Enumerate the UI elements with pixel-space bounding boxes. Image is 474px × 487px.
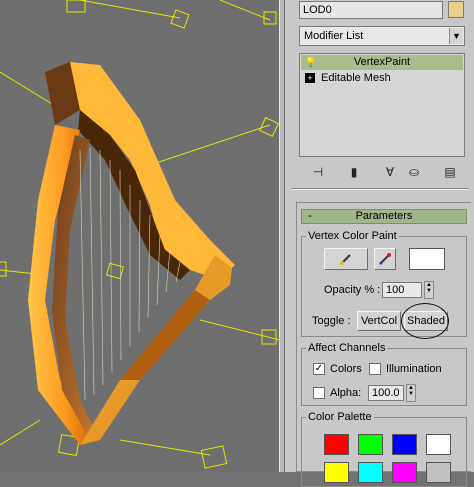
rollout-title: Parameters (355, 210, 413, 222)
parameters-rollout-header[interactable]: - Parameters (301, 209, 467, 224)
palette-swatch-blue[interactable] (392, 434, 417, 455)
alpha-checkbox[interactable] (313, 387, 325, 399)
palette-swatch-red[interactable] (324, 434, 349, 455)
illumination-label: Illumination (386, 363, 442, 375)
vertcol-button[interactable]: VertCol (357, 311, 401, 331)
shaded-button[interactable]: Shaded (404, 311, 448, 331)
plus-expand-icon[interactable]: + (305, 73, 315, 83)
palette-swatch-white[interactable] (426, 434, 451, 455)
remove-modifier-icon[interactable]: ⛀ (403, 163, 425, 181)
modifier-stack[interactable]: 💡 VertexPaint + Editable Mesh (299, 53, 465, 157)
alpha-label: Alpha: (330, 387, 362, 399)
configure-modifier-sets-icon[interactable]: ▤ (439, 163, 461, 181)
color-palette-group: Color Palette (301, 411, 467, 487)
object-color-swatch[interactable] (448, 1, 464, 18)
palette-swatch-green[interactable] (358, 434, 383, 455)
command-panel: LOD0 Modifier List ▼ 💡 VertexPaint + Edi… (285, 0, 474, 487)
object-name-field[interactable]: LOD0 (299, 1, 443, 19)
paint-brush-icon (340, 254, 351, 265)
palette-swatch-magenta[interactable] (392, 462, 417, 483)
stack-item-label: Editable Mesh (321, 72, 391, 84)
make-unique-icon[interactable]: ∀ (379, 163, 401, 181)
eyedropper-icon (379, 253, 391, 265)
alpha-spinner[interactable]: 100.0 (368, 385, 404, 401)
modifier-list-dropdown[interactable]: Modifier List ▼ (299, 26, 465, 46)
group-title: Affect Channels (306, 342, 388, 355)
opacity-spinner-arrows[interactable]: ▲ ▼ (424, 281, 434, 299)
palette-swatch-cyan[interactable] (358, 462, 383, 483)
modifier-list-label: Modifier List (304, 30, 364, 42)
vertex-color-paint-group: Vertex Color Paint Opacity % : 100 ▲ ▼ To… (301, 230, 467, 339)
chevron-down-icon[interactable]: ▼ (449, 28, 463, 44)
stack-item-vertexpaint[interactable]: 💡 VertexPaint (301, 55, 463, 70)
illumination-checkbox[interactable] (369, 363, 381, 375)
divider (291, 188, 469, 190)
colors-checkbox[interactable]: ✓ (313, 363, 325, 375)
collapse-icon: - (308, 210, 312, 222)
colors-label: Colors (330, 363, 362, 375)
stack-toolbar: ⊣ ▮ ∀ ⛀ ▤ (299, 163, 465, 181)
opacity-label: Opacity % : (324, 284, 381, 296)
opacity-spinner[interactable]: 100 (382, 282, 422, 298)
palette-swatch-yellow[interactable] (324, 462, 349, 483)
group-title: Color Palette (306, 411, 374, 424)
show-end-result-icon[interactable]: ▮ (343, 163, 365, 181)
palette-swatch-gray[interactable] (426, 462, 451, 483)
toggle-label: Toggle : (312, 315, 351, 327)
paint-color-swatch[interactable] (409, 248, 445, 270)
parameters-rollout: - Parameters Vertex Color Paint Opacity (296, 202, 471, 487)
affect-channels-group: Affect Channels ✓ Colors Illumination Al… (301, 342, 467, 406)
pin-stack-icon[interactable]: ⊣ (307, 163, 329, 181)
pick-color-button[interactable] (374, 248, 396, 270)
stack-item-editable-mesh[interactable]: + Editable Mesh (301, 71, 463, 86)
viewport-3d[interactable] (0, 0, 280, 472)
paint-button[interactable] (324, 248, 368, 270)
alpha-spinner-arrows[interactable]: ▲ ▼ (406, 384, 416, 402)
harp-model-render (0, 0, 280, 469)
stack-item-label: VertexPaint (353, 56, 411, 68)
group-title: Vertex Color Paint (306, 230, 399, 243)
